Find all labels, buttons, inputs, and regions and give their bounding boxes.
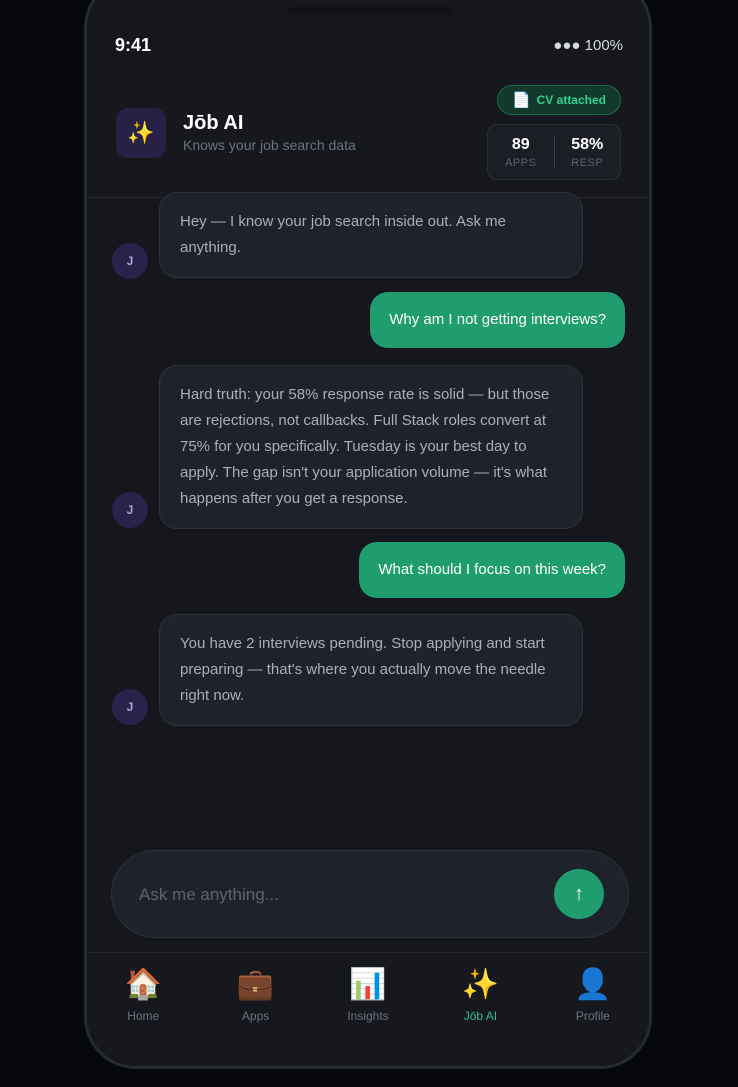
tab-job-ai[interactable]: ✨ Jōb AI xyxy=(424,967,536,1066)
stat-apps-label: APPS xyxy=(505,156,537,169)
tab-label: Jōb AI xyxy=(463,1009,498,1023)
phone-frame: 9:41 ●●● 100% ✨ Jōb AI Knows your job se… xyxy=(84,0,652,1069)
status-time: 9:41 xyxy=(115,35,152,55)
tab-label: Insights xyxy=(347,1009,389,1023)
cv-attached-badge[interactable]: 📄 CV attached xyxy=(496,85,621,115)
sparkles-icon: ✨ xyxy=(116,108,166,158)
ai-message-bubble: Hard truth: your 58% response rate is so… xyxy=(159,365,583,529)
message-input[interactable] xyxy=(137,879,521,911)
stat-resp: 58% RESP xyxy=(555,136,621,169)
stat-resp-value: 58% xyxy=(571,135,604,153)
avatar: J xyxy=(112,492,148,528)
stats-card: 89 APPS 58% RESP xyxy=(487,124,621,180)
cv-badge-label: CV attached xyxy=(536,93,606,107)
tab-insights[interactable]: 📊 Insights xyxy=(312,967,424,1066)
tab-label: Home xyxy=(127,1009,160,1023)
battery-status: ●●● 100% xyxy=(553,37,623,54)
user-message-bubble: What should I focus on this week? xyxy=(359,542,625,598)
bottom-tab-bar: 🏠 Home 💼 Apps 📊 Insights ✨ Jōb AI 👤 Prof… xyxy=(87,952,649,1066)
tab-apps[interactable]: 💼 Apps xyxy=(199,967,311,1066)
briefcase-icon: 💼 xyxy=(236,968,275,1001)
tab-home[interactable]: 🏠 Home xyxy=(87,967,199,1066)
profile-icon: 👤 xyxy=(574,968,612,1001)
bar-chart-icon: 📊 xyxy=(349,968,387,1001)
ai-message-bubble: You have 2 interviews pending. Stop appl… xyxy=(159,614,583,726)
document-icon: 📄 xyxy=(511,92,531,109)
user-message-bubble: Why am I not getting interviews? xyxy=(370,292,625,348)
notch xyxy=(287,7,453,15)
app-subtitle: Knows your job search data xyxy=(183,137,356,153)
avatar: J xyxy=(112,243,148,279)
stat-apps: 89 APPS xyxy=(488,136,554,169)
ai-message-bubble: Hey — I know your job search inside out.… xyxy=(159,192,583,278)
chat-header: ✨ Jōb AI Knows your job search data 📄 CV… xyxy=(87,59,649,198)
stat-resp-label: RESP xyxy=(571,156,604,169)
app-title: Jōb AI xyxy=(183,112,244,134)
tab-label: Apps xyxy=(241,1009,270,1023)
home-icon: 🏠 xyxy=(124,968,162,1001)
tab-label: Profile xyxy=(575,1009,610,1023)
tab-profile[interactable]: 👤 Profile xyxy=(537,967,649,1066)
stat-apps-value: 89 xyxy=(511,135,530,153)
avatar: J xyxy=(112,689,148,725)
arrow-up-icon: ↑ xyxy=(574,882,584,905)
send-button[interactable]: ↑ xyxy=(554,869,604,919)
sparkles-icon: ✨ xyxy=(461,968,500,1001)
message-composer: ↑ xyxy=(111,850,629,938)
